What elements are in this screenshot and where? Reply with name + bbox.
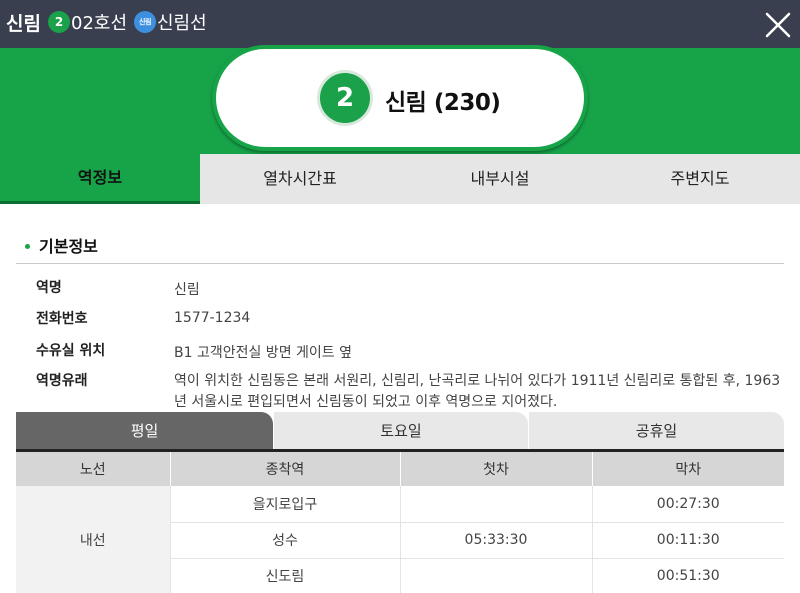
tab-holiday[interactable]: 공휴일 xyxy=(528,412,784,450)
station-title: 신림 xyxy=(6,13,41,35)
line-2-label[interactable]: 02호선 xyxy=(71,9,127,35)
tab-weekday[interactable]: 평일 xyxy=(16,412,273,450)
line-2-badge: 2 xyxy=(48,11,70,33)
info-value-name: 신림 xyxy=(174,282,200,298)
section-divider xyxy=(16,263,784,264)
timetable: 노선 종착역 첫차 막차 내선 을지로입구 00:27:30 성수 05:33:… xyxy=(16,452,784,593)
sillim-line-badge: 신림 xyxy=(134,11,156,33)
column-header-terminal: 종착역 xyxy=(170,452,401,486)
terminal-cell: 성수 xyxy=(170,522,401,559)
tab-saturday[interactable]: 토요일 xyxy=(273,412,528,450)
first-train-cell xyxy=(400,558,593,593)
last-train-cell: 00:51:30 xyxy=(592,558,784,593)
info-label-nursing-room: 수유실 위치 xyxy=(36,343,106,359)
last-train-cell: 00:11:30 xyxy=(592,522,784,559)
column-header-first-train: 첫차 xyxy=(400,452,593,486)
tab-station-info[interactable]: 역정보 xyxy=(0,154,200,204)
info-label-name-origin: 역명유래 xyxy=(36,373,88,389)
column-header-line: 노선 xyxy=(16,452,171,486)
terminal-cell: 신도림 xyxy=(170,558,401,593)
tab-nearby-map[interactable]: 주변지도 xyxy=(600,154,800,204)
tab-facilities[interactable]: 내부시설 xyxy=(400,154,600,204)
info-label-name: 역명 xyxy=(36,280,62,296)
tab-timetable[interactable]: 열차시간표 xyxy=(200,154,400,204)
table-header-row: 노선 종착역 첫차 막차 xyxy=(16,452,784,486)
last-train-cell: 00:27:30 xyxy=(592,486,784,523)
info-value-nursing-room: B1 고객안전실 방면 게이트 옆 xyxy=(174,345,352,361)
first-train-cell xyxy=(400,486,593,523)
main-tabs: 역정보 열차시간표 내부시설 주변지도 xyxy=(0,154,800,204)
column-header-last-train: 막차 xyxy=(592,452,784,486)
close-icon[interactable] xyxy=(764,11,792,39)
station-name-code: 신림 (230) xyxy=(385,90,501,116)
table-row: 내선 을지로입구 00:27:30 xyxy=(16,486,784,593)
info-value-name-origin: 역이 위치한 신림동은 본래 서원리, 신림리, 난곡리로 나뉘어 있다가 19… xyxy=(174,373,781,410)
day-tabs: 평일 토요일 공휴일 xyxy=(16,412,784,452)
section-title: 기본정보 xyxy=(39,237,98,256)
info-value-phone[interactable]: 1577-1234 xyxy=(174,310,250,326)
station-pill: 2 신림 (230) xyxy=(212,45,588,151)
sillim-line-label[interactable]: 신림선 xyxy=(157,9,207,35)
info-label-phone: 전화번호 xyxy=(36,311,88,327)
terminal-cell: 을지로입구 xyxy=(170,486,401,523)
section-bullet-icon xyxy=(25,244,30,249)
top-bar: 신림 2 02호선 신림 신림선 xyxy=(0,0,800,48)
line-cell: 내선 xyxy=(16,486,171,593)
first-train-cell: 05:33:30 xyxy=(400,522,593,559)
line-2-large-badge: 2 xyxy=(320,73,370,123)
